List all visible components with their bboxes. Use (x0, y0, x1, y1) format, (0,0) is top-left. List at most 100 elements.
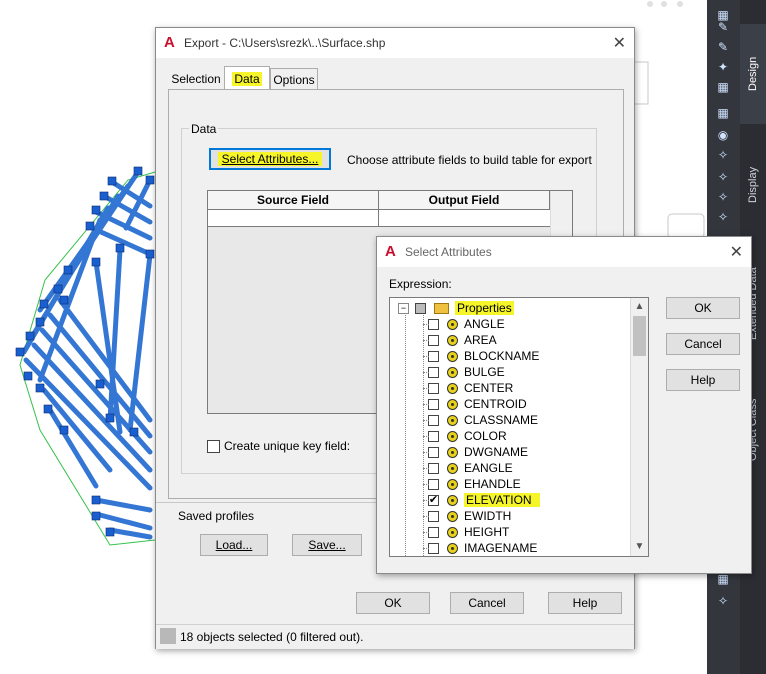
tree-connector (423, 468, 429, 469)
attribute-label: ELEVATION (464, 493, 540, 507)
wand-b-icon[interactable]: ✧ (716, 190, 730, 204)
tree-item[interactable]: IMAGENAME (423, 540, 538, 556)
sa-ok-button[interactable]: OK (666, 297, 740, 319)
globe-icon[interactable]: ◉ (716, 128, 730, 142)
attribute-checkbox[interactable] (428, 478, 439, 490)
attribute-label: EWIDTH (464, 509, 512, 523)
unique-key-checkbox[interactable] (207, 439, 220, 453)
tab-display[interactable]: Display (740, 140, 766, 230)
help-button[interactable]: Help (548, 592, 622, 614)
property-icon (447, 542, 458, 554)
load-button[interactable]: Load... (200, 534, 268, 556)
attribute-label: CLASSNAME (464, 413, 539, 427)
attribute-checkbox[interactable] (428, 318, 439, 330)
table-row[interactable] (208, 210, 550, 227)
tree-item[interactable]: CLASSNAME (423, 412, 539, 428)
select-attributes-button[interactable]: Select Attributes... (209, 148, 331, 170)
tree-connector (423, 500, 429, 501)
tree-item[interactable]: HEIGHT (423, 524, 510, 540)
tree-connector (423, 484, 429, 485)
status-text: 18 objects selected (0 filtered out). (180, 630, 364, 644)
property-icon (447, 414, 458, 426)
tree-item[interactable]: ANGLE (423, 316, 505, 332)
grid-icon[interactable]: ▦ (716, 80, 730, 94)
unique-key-label: Create unique key field: (224, 439, 351, 453)
attribute-checkbox[interactable] (428, 334, 439, 346)
root-checkbox[interactable] (415, 302, 426, 314)
save-button[interactable]: Save... (292, 534, 362, 556)
tab-selection[interactable]: Selection (168, 68, 224, 90)
attribute-checkbox[interactable] (428, 510, 439, 522)
tree-item[interactable]: COLOR (423, 428, 507, 444)
attribute-label: COLOR (464, 429, 507, 443)
attribute-tree[interactable]: − Properties ANGLE AREA BLOCKNAME BULGE CENT… (389, 297, 649, 557)
attribute-label: HEIGHT (464, 525, 510, 539)
wand-c-icon[interactable]: ✧ (716, 210, 730, 224)
tree-item[interactable]: AREA (423, 332, 497, 348)
close-icon[interactable]: ✕ (730, 242, 743, 262)
export-tabs: Selection Data Options (168, 66, 318, 90)
attribute-checkbox[interactable] (428, 382, 439, 394)
collapse-icon[interactable]: − (398, 302, 409, 314)
close-icon[interactable]: ✕ (613, 33, 626, 53)
tab-data[interactable]: Data (224, 66, 270, 90)
grid-icon[interactable]: ▦ (716, 572, 730, 586)
saved-profiles-label: Saved profiles (178, 509, 255, 523)
property-icon (447, 478, 458, 490)
table-header-source[interactable]: Source Field (208, 191, 379, 210)
attribute-checkbox[interactable] (428, 526, 439, 538)
attribute-checkbox[interactable] (428, 446, 439, 458)
tree-item[interactable]: EWIDTH (423, 508, 512, 524)
tab-options[interactable]: Options (270, 68, 318, 90)
wand-icon[interactable]: ✧ (716, 148, 730, 162)
select-attributes-dialog: A Select Attributes ✕ Expression: − Prop… (376, 236, 752, 574)
wand-a-icon[interactable]: ✧ (716, 170, 730, 184)
table-cell-divider (378, 210, 379, 226)
autocad-logo-icon: A (164, 34, 175, 51)
tree-item[interactable]: BLOCKNAME (423, 348, 539, 364)
tree-guide-line (405, 312, 406, 556)
attribute-label: IMAGENAME (464, 541, 538, 555)
tree-connector (423, 548, 429, 549)
tree-item[interactable]: BULGE (423, 364, 505, 380)
attribute-checkbox[interactable] (428, 350, 439, 362)
tab-design[interactable]: Design (740, 24, 766, 124)
scroll-thumb[interactable] (633, 316, 646, 356)
wand-d-icon[interactable]: ✧ (716, 594, 730, 608)
unique-key-row: Create unique key field: (207, 439, 350, 453)
pen-icon[interactable]: ✎ (716, 20, 730, 34)
attribute-label: BULGE (464, 365, 505, 379)
property-icon (447, 318, 458, 330)
attribute-checkbox[interactable] (428, 398, 439, 410)
tree-item[interactable]: CENTER (423, 380, 513, 396)
table-header-output[interactable]: Output Field (379, 191, 550, 210)
tree-connector (423, 388, 429, 389)
tree-scrollbar[interactable]: ▲ ▼ (630, 298, 648, 556)
tree-connector (423, 420, 429, 421)
tree-connector (423, 324, 429, 325)
attribute-checkbox[interactable] (428, 462, 439, 474)
ok-button[interactable]: OK (356, 592, 430, 614)
attribute-checkbox[interactable]: ✔ (428, 494, 439, 506)
tree-item[interactable]: CENTROID (423, 396, 527, 412)
scroll-up-icon[interactable]: ▲ (631, 298, 648, 315)
data-group-label: Data (189, 122, 219, 136)
cancel-button[interactable]: Cancel (450, 592, 524, 614)
grid-icon[interactable]: ▦ (716, 106, 730, 120)
attribute-checkbox[interactable] (428, 366, 439, 378)
edit-icon[interactable]: ✦ (716, 60, 730, 74)
export-title: Export - C:\Users\srezk\..\Surface.shp (184, 36, 386, 50)
export-title-bar: A Export - C:\Users\srezk\..\Surface.shp… (156, 28, 634, 58)
tree-item[interactable]: EHANDLE (423, 476, 521, 492)
tree-item[interactable]: ✔ ELEVATION (423, 492, 540, 508)
tree-item[interactable]: DWGNAME (423, 444, 528, 460)
scroll-down-icon[interactable]: ▼ (631, 538, 648, 555)
attribute-checkbox[interactable] (428, 430, 439, 442)
attribute-checkbox[interactable] (428, 414, 439, 426)
edit-icon[interactable]: ✎ (716, 40, 730, 54)
tree-item[interactable]: EANGLE (423, 460, 513, 476)
sa-cancel-button[interactable]: Cancel (666, 333, 740, 355)
sa-help-button[interactable]: Help (666, 369, 740, 391)
tree-root[interactable]: − Properties (398, 300, 514, 316)
attribute-checkbox[interactable] (428, 542, 439, 554)
